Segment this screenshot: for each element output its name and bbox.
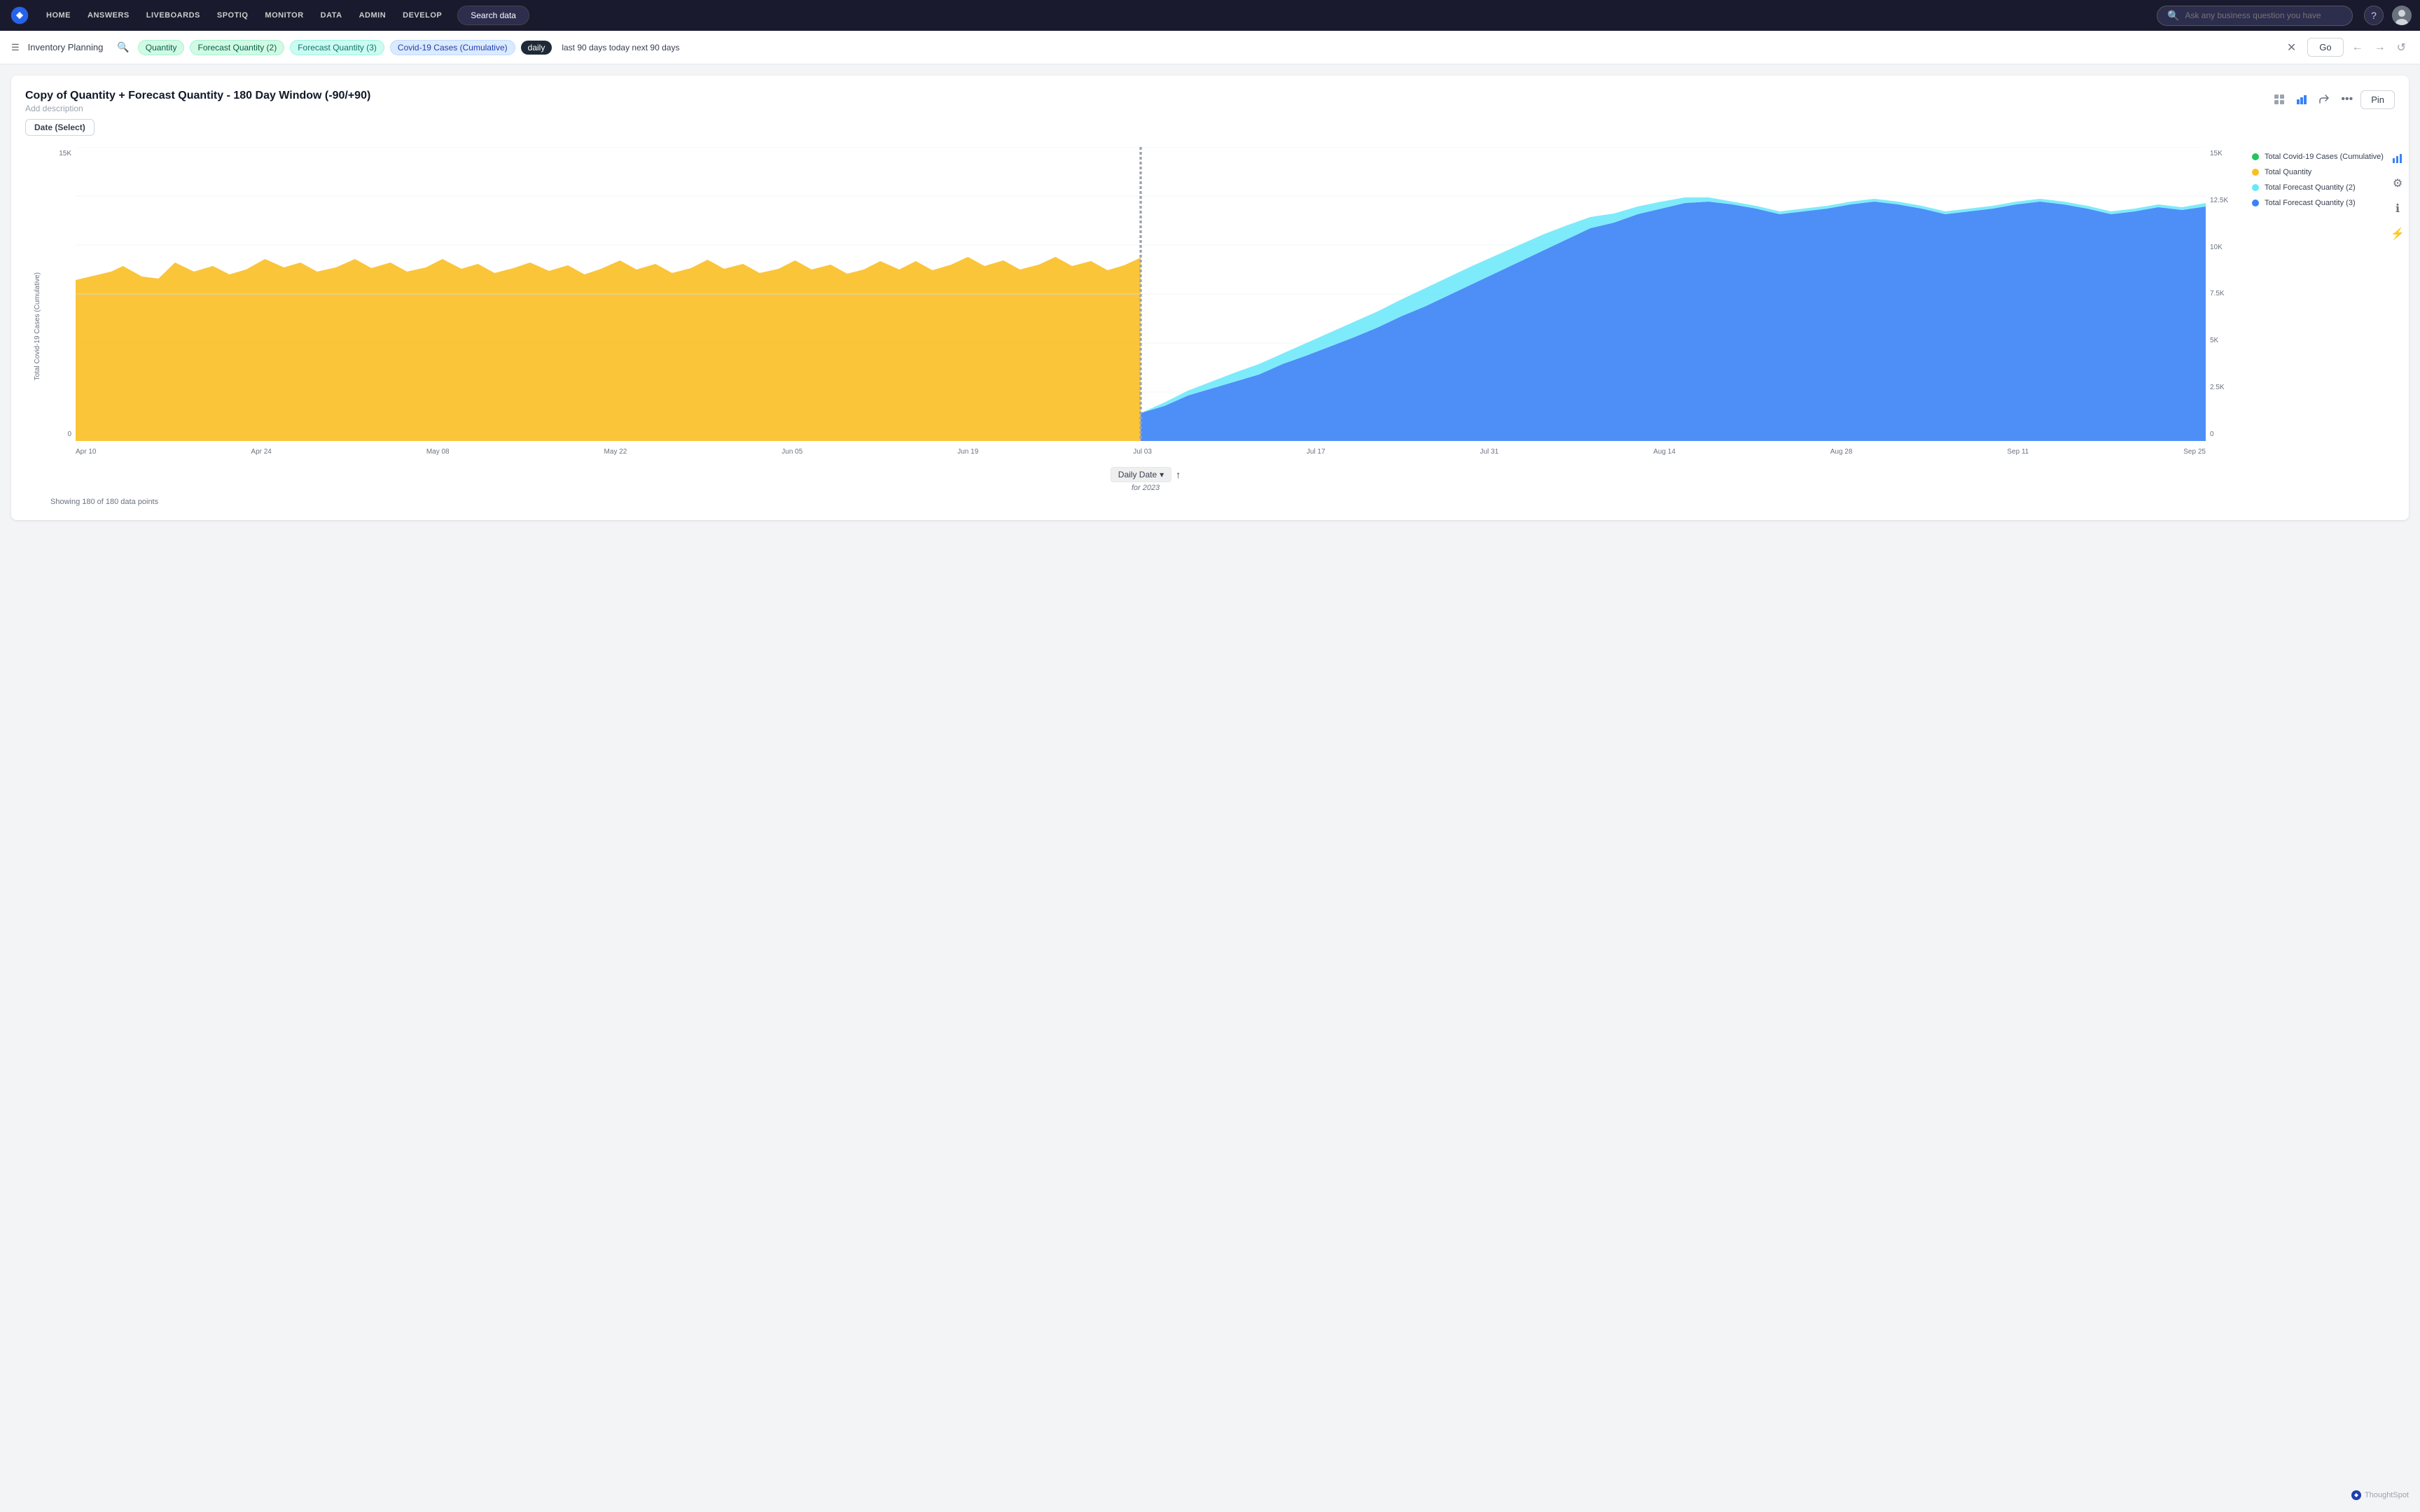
nav-spotiq[interactable]: SPOTIQ (210, 7, 256, 24)
x-label-apr10: Apr 10 (76, 448, 96, 456)
menu-icon[interactable]: ☰ (11, 42, 20, 53)
x-label-jul31: Jul 31 (1480, 448, 1498, 456)
legend-item-forecast-2: Total Forecast Quantity (2) (2252, 183, 2395, 192)
y-right-7-5k: 7.5K (2210, 290, 2225, 298)
legend-item-covid: Total Covid-19 Cases (Cumulative) (2252, 153, 2395, 161)
chart-svg (76, 147, 2206, 441)
card-title-section: Copy of Quantity + Forecast Quantity - 1… (25, 90, 370, 113)
chart-description[interactable]: Add description (25, 104, 370, 113)
x-label-may08: May 08 (426, 448, 450, 456)
x-label-sep25: Sep 25 (2183, 448, 2206, 456)
legend-dot-forecast-3 (2252, 200, 2259, 206)
daily-date-label: Daily Date (1118, 470, 1157, 479)
chip-forecast-qty-3[interactable]: Forecast Quantity (3) (290, 40, 384, 55)
user-avatar[interactable] (2392, 6, 2412, 25)
info-sidebar-button[interactable]: ℹ (2386, 197, 2409, 220)
chart-legend: Total Covid-19 Cases (Cumulative) Total … (2241, 147, 2395, 506)
search-icon: 🔍 (2167, 10, 2179, 22)
chip-forecast-qty-2[interactable]: Forecast Quantity (2) (190, 40, 284, 55)
x-label-may22: May 22 (604, 448, 627, 456)
liveboard-title: Inventory Planning (28, 42, 104, 52)
for-year-label: for 2023 (1132, 484, 1160, 492)
legend-item-forecast-3: Total Forecast Quantity (3) (2252, 199, 2395, 207)
legend-dot-quantity (2252, 169, 2259, 176)
date-filter-chip[interactable]: Date (Select) (25, 119, 95, 136)
chip-covid-cumulative[interactable]: Covid-19 Cases (Cumulative) (390, 40, 515, 55)
date-label: Date (34, 122, 53, 132)
legend-dot-forecast-2 (2252, 184, 2259, 191)
settings-sidebar-button[interactable]: ⚙ (2386, 172, 2409, 195)
x-label-aug28: Aug 28 (1830, 448, 1853, 456)
y-axis-left-label: Total Covid-19 Cases (Cumulative) (34, 272, 42, 381)
x-label-sep11: Sep 11 (2007, 448, 2029, 456)
nav-admin[interactable]: ADMIN (352, 7, 394, 24)
legend-label-covid: Total Covid-19 Cases (Cumulative) (2265, 153, 2384, 161)
nav-liveboards[interactable]: LIVEBOARDS (139, 7, 207, 24)
share-button[interactable] (2315, 90, 2333, 108)
ask-input[interactable] (2185, 10, 2339, 20)
chart-view-sidebar-button[interactable] (2386, 147, 2409, 169)
ask-search-bar[interactable]: 🔍 (2157, 6, 2353, 26)
y-right-0: 0 (2210, 430, 2214, 438)
y-right-10k: 10K (2210, 244, 2223, 251)
chip-daily[interactable]: daily (521, 41, 552, 55)
clear-button[interactable]: ✕ (2281, 38, 2302, 57)
x-label-jun19: Jun 19 (957, 448, 978, 456)
card-header: Copy of Quantity + Forecast Quantity - 1… (25, 90, 2395, 113)
y-axis-left-0: 0 (67, 430, 71, 438)
nav-monitor[interactable]: MONITOR (258, 7, 310, 24)
y-right-15k: 15K (2210, 150, 2223, 158)
nav-answers[interactable]: ANSWERS (81, 7, 137, 24)
chart-card: Copy of Quantity + Forecast Quantity - 1… (11, 76, 2409, 520)
y-right-5k: 5K (2210, 337, 2218, 344)
thoughtspot-watermark: ThoughtSpot (2351, 1490, 2409, 1501)
chart-type-button[interactable] (2293, 90, 2311, 108)
nav-icon-group: ? (2364, 6, 2412, 25)
pin-button[interactable]: Pin (2360, 90, 2395, 109)
go-button[interactable]: Go (2307, 38, 2343, 57)
date-value: (Select) (55, 122, 85, 132)
chart-title: Copy of Quantity + Forecast Quantity - 1… (25, 90, 370, 102)
forward-button[interactable]: → (2372, 38, 2388, 57)
search-icon-sm: 🔍 (117, 41, 129, 53)
liveboard-toolbar: ☰ Inventory Planning 🔍 Quantity Forecast… (0, 31, 2420, 64)
right-sidebar: ⚙ ℹ ⚡ (2386, 147, 2409, 245)
x-axis: Apr 10 Apr 24 May 08 May 22 Jun 05 Jun 1… (50, 444, 2206, 456)
nav-data[interactable]: DATA (314, 7, 349, 24)
more-options-button[interactable]: ••• (2337, 90, 2356, 109)
card-action-buttons: ••• Pin (2270, 90, 2395, 109)
search-data-button[interactable]: Search data (457, 6, 529, 25)
chip-date-range[interactable]: last 90 days today next 90 days (557, 41, 683, 55)
x-label-jul03: Jul 03 (1133, 448, 1152, 456)
help-button[interactable]: ? (2364, 6, 2384, 25)
legend-label-forecast-3: Total Forecast Quantity (3) (2265, 199, 2356, 207)
table-view-button[interactable] (2270, 90, 2288, 108)
lightning-sidebar-button[interactable]: ⚡ (2386, 223, 2409, 245)
chip-quantity[interactable]: Quantity (138, 40, 185, 55)
nav-home[interactable]: HOME (39, 7, 78, 24)
refresh-button[interactable]: ↺ (2394, 38, 2409, 57)
y-right-2-5k: 2.5K (2210, 384, 2225, 391)
x-label-jun05: Jun 05 (781, 448, 802, 456)
daily-date-button[interactable]: Daily Date ▾ (1111, 467, 1171, 482)
y-right-12-5k: 12.5K (2210, 197, 2228, 204)
x-label-aug14: Aug 14 (1653, 448, 1676, 456)
legend-label-forecast-2: Total Forecast Quantity (2) (2265, 183, 2356, 192)
sort-icon[interactable]: ↑ (1176, 469, 1181, 480)
y-axis-left-15k: 15K (59, 150, 71, 158)
back-button[interactable]: ← (2349, 38, 2366, 57)
chevron-down-icon: ▾ (1160, 470, 1164, 479)
main-content: Copy of Quantity + Forecast Quantity - 1… (0, 64, 2420, 1512)
legend-item-quantity: Total Quantity (2252, 168, 2395, 176)
chart-footer: Daily Date ▾ ↑ for 2023 (50, 461, 2241, 492)
logo[interactable] (8, 4, 31, 27)
navigation: HOME ANSWERS LIVEBOARDS SPOTIQ MONITOR D… (0, 0, 2420, 31)
x-label-jul17: Jul 17 (1307, 448, 1326, 456)
watermark-text: ThoughtSpot (2365, 1491, 2409, 1499)
legend-label-quantity: Total Quantity (2265, 168, 2311, 176)
legend-dot-covid (2252, 153, 2259, 160)
x-label-apr24: Apr 24 (251, 448, 271, 456)
data-points-label: Showing 180 of 180 data points (50, 498, 158, 506)
nav-develop[interactable]: DEVELOP (396, 7, 449, 24)
